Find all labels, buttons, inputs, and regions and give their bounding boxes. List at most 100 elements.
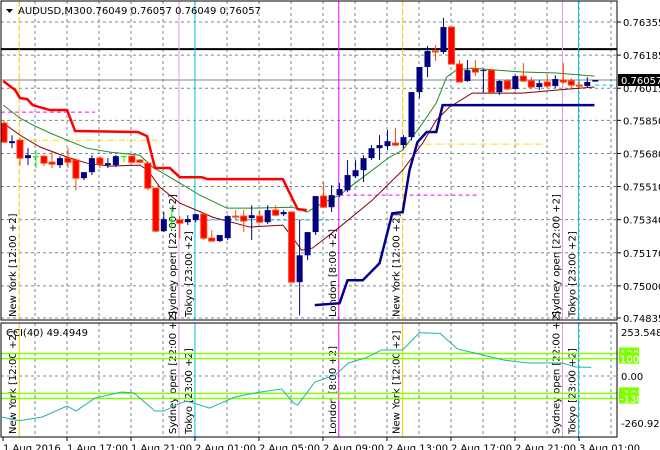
cci-zero-label: 0.00 <box>621 372 643 383</box>
candle <box>592 80 599 82</box>
candle-body <box>400 137 407 146</box>
candle-body <box>536 83 543 88</box>
candle-body <box>56 158 63 166</box>
candle <box>416 66 423 99</box>
candle <box>328 185 335 213</box>
candle <box>464 59 471 82</box>
candle-body <box>416 66 423 93</box>
candle <box>16 138 24 166</box>
candle-body <box>320 195 328 208</box>
symbol-label: AUDUSD,M30 <box>18 6 86 17</box>
candle-body <box>567 80 575 86</box>
candle <box>487 69 495 94</box>
candle-body <box>424 51 431 67</box>
current-price: 0.76057 <box>621 76 660 87</box>
session-label: Tokyo [23:00 +2] <box>567 231 578 318</box>
time-label: 2 Aug 13:00 <box>387 443 448 450</box>
candle-body <box>440 27 447 52</box>
candle <box>32 150 39 169</box>
candle-body <box>280 212 287 215</box>
candle <box>272 205 280 217</box>
candle-body <box>392 142 400 146</box>
candle <box>304 232 311 261</box>
cci-min-label: -260.9223 <box>621 419 660 430</box>
candle <box>232 210 240 220</box>
candle <box>368 145 375 161</box>
price-chart[interactable]: New York [12:00 +2] New York [12:00 +2] Sy… <box>0 0 660 450</box>
current-price-tag: 0.76057 <box>618 74 660 87</box>
candle-body <box>559 79 567 83</box>
candle <box>120 155 127 163</box>
candle <box>64 148 72 169</box>
session-label: Sydney open [22:00 +2] <box>168 194 179 317</box>
candle-body <box>360 158 367 171</box>
candle <box>56 156 63 169</box>
price-label: 0.75340 <box>623 216 660 227</box>
candle-body <box>527 80 535 88</box>
candle <box>431 44 439 61</box>
candles <box>0 17 599 316</box>
candle-body <box>344 175 351 191</box>
candle-body <box>575 84 583 87</box>
candle-body <box>304 232 311 256</box>
chart-header: AUDUSD,M30 0.76049 0.76057 0.76049 0.760… <box>6 6 261 17</box>
session-label: Tokyo [23:00 +2] <box>184 231 195 318</box>
candle <box>384 130 391 151</box>
candle-body <box>368 148 375 159</box>
candle-body <box>184 219 191 223</box>
candle-body <box>112 156 119 166</box>
cci-pane: 130100-100-130 <box>1 332 643 422</box>
session-label: New York [12:00 +2] <box>8 213 19 317</box>
candle <box>527 77 535 89</box>
candle-body <box>431 50 439 53</box>
session-label: Sydney open [22:00 +2] <box>552 194 563 317</box>
candle <box>240 210 248 233</box>
candle-body <box>168 220 175 222</box>
candle-body <box>336 189 343 196</box>
candle <box>152 187 160 233</box>
session-label-cci: New York [12:00 +2] <box>392 330 403 434</box>
candle <box>40 155 48 167</box>
candle <box>280 210 287 217</box>
candle <box>552 75 559 89</box>
candle <box>503 79 511 91</box>
candle-body <box>552 79 559 87</box>
candle <box>128 155 136 164</box>
dropdown-triangle-icon[interactable] <box>6 9 13 13</box>
price-label: 0.75170 <box>623 249 660 260</box>
price-label: 0.76355 <box>623 18 660 29</box>
candle-body <box>128 155 136 163</box>
time-label: 2 Aug 05:00 <box>259 443 320 450</box>
candle-body <box>136 159 144 163</box>
candle-body <box>264 210 271 223</box>
candle-body <box>248 215 255 219</box>
candle <box>0 120 8 143</box>
candle-body <box>592 80 599 82</box>
candle <box>80 172 87 181</box>
candle-body <box>328 195 335 208</box>
time-label: 1 Aug 2016 <box>3 443 61 450</box>
candle-body <box>288 211 296 283</box>
session-label-cci: Sydney open [22:00 +2] <box>552 311 563 434</box>
session-label-cci: Sydney open [22:00 +2] <box>168 311 179 434</box>
candle-body <box>176 219 184 224</box>
candle <box>288 211 296 283</box>
candle-body <box>503 80 511 90</box>
candle-body <box>543 81 551 87</box>
candle-body <box>480 70 487 72</box>
candle <box>216 235 223 243</box>
candle <box>96 156 104 169</box>
cci-line <box>1 332 592 422</box>
candle-body <box>104 163 111 166</box>
candle-body <box>447 26 455 65</box>
candle-body <box>144 162 152 189</box>
time-label: 2 Aug 21:00 <box>515 443 576 450</box>
grid <box>1 1 617 437</box>
candle-body <box>32 156 39 158</box>
candle-body <box>96 157 104 165</box>
price-label: 0.75510 <box>623 183 660 194</box>
candle-body <box>224 216 231 239</box>
candle-body <box>40 155 48 164</box>
candle-body <box>512 76 519 89</box>
candle <box>336 183 343 198</box>
